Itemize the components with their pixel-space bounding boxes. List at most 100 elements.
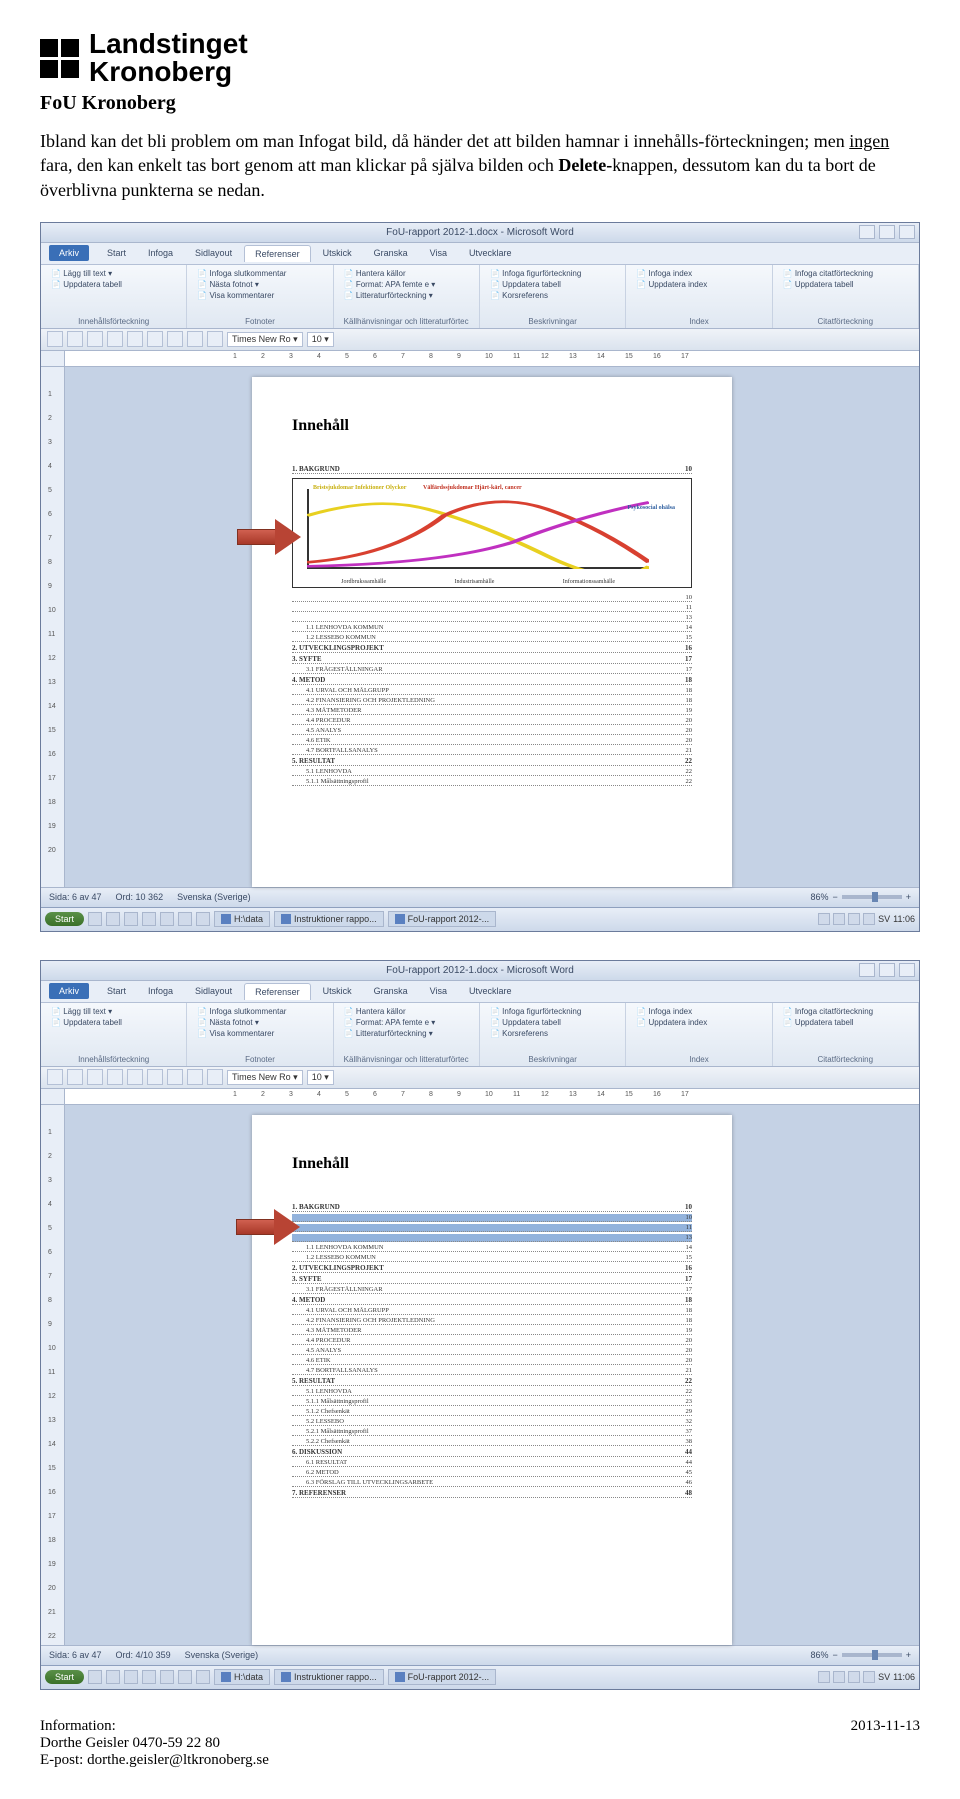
tray-icon[interactable] (818, 1671, 830, 1683)
ribbon-command[interactable]: Lägg till text ▾ (51, 269, 176, 278)
start-button[interactable]: Start (45, 1670, 84, 1684)
toc-entry[interactable]: 1.2 LESSEBO KOMMUN15 (292, 634, 692, 642)
qat-icon[interactable] (167, 1069, 183, 1085)
ribbon-tab-utskick[interactable]: Utskick (313, 983, 362, 999)
toc-entry[interactable]: 4.4 PROCEDUR20 (292, 1337, 692, 1345)
ribbon-command[interactable]: Uppdatera tabell (51, 280, 176, 289)
ribbon-tab-infoga[interactable]: Infoga (138, 983, 183, 999)
ribbon-command[interactable]: Nästa fotnot ▾ (197, 280, 322, 289)
qat-save-icon[interactable] (47, 1069, 63, 1085)
tray-icon[interactable] (863, 913, 875, 925)
font-name-select[interactable]: Times New Ro ▾ (227, 332, 303, 347)
toc-entry[interactable]: 5.2.1 Målsättningsprofil37 (292, 1428, 692, 1436)
ribbon-command[interactable]: Infoga citatförteckning (783, 1007, 908, 1016)
ribbon-tab-utvecklare[interactable]: Utvecklare (459, 245, 522, 261)
toc-entry[interactable]: 6. DISKUSSION44 (292, 1448, 692, 1457)
ribbon-tab-start[interactable]: Start (97, 245, 136, 261)
ribbon-tab-sidlayout[interactable]: Sidlayout (185, 983, 242, 999)
font-size-select[interactable]: 10 ▾ (307, 332, 334, 347)
embedded-chart[interactable]: Bristsjukdomar Infektioner Olyckor Välfä… (292, 478, 692, 588)
document-page[interactable]: Innehåll 1. BAKGRUND101011131.1 LENHOVDA… (252, 1115, 732, 1645)
start-button[interactable]: Start (45, 912, 84, 926)
toc-entry[interactable]: 5. RESULTAT22 (292, 757, 692, 766)
toc-entry[interactable]: 5.2.2 Chefsenkät38 (292, 1438, 692, 1446)
ribbon-command[interactable]: Visa kommentarer (197, 1029, 322, 1038)
toc-entry[interactable]: 5.1 LENHOVDA22 (292, 1388, 692, 1396)
toc-entry[interactable]: 11 (292, 604, 692, 612)
toc-entry[interactable]: 4.4 PROCEDUR20 (292, 717, 692, 725)
toc-entry[interactable]: 5.1 LENHOVDA22 (292, 768, 692, 776)
ribbon-tab-utskick[interactable]: Utskick (313, 245, 362, 261)
taskbar-item[interactable]: FoU-rapport 2012-... (388, 911, 497, 927)
tray-icon[interactable] (848, 1671, 860, 1683)
toc-entry[interactable]: 10 (292, 594, 692, 602)
ribbon-tab-granska[interactable]: Granska (364, 983, 418, 999)
toc-entry[interactable]: 4.5 ANALYS20 (292, 727, 692, 735)
quicklaunch-icon[interactable] (106, 1670, 120, 1684)
toc-entry[interactable]: 5. RESULTAT22 (292, 1377, 692, 1386)
ribbon-command[interactable]: Hantera källor (344, 1007, 469, 1016)
quicklaunch-icon[interactable] (196, 912, 210, 926)
toc-entry[interactable]: 6.1 RESULTAT44 (292, 1459, 692, 1467)
ribbon-command[interactable]: Format: APA femte e ▾ (344, 1018, 469, 1027)
taskbar-item[interactable]: H:\data (214, 911, 270, 927)
toc-entry[interactable]: 1.1 LENHOVDA KOMMUN14 (292, 1244, 692, 1252)
toc-entry[interactable]: 6.3 FÖRSLAG TILL UTVECKLINGSARBETE46 (292, 1479, 692, 1487)
ribbon-command[interactable]: Hantera källor (344, 269, 469, 278)
ribbon-command[interactable]: Korsreferens (490, 1029, 615, 1038)
ribbon-command[interactable]: Infoga slutkommentar (197, 269, 322, 278)
toc-entry[interactable]: 4.2 FINANSIERING OCH PROJEKTLEDNING18 (292, 697, 692, 705)
close-icon[interactable] (899, 225, 915, 239)
ribbon-command[interactable]: Visa kommentarer (197, 291, 322, 300)
ribbon-command[interactable]: Infoga index (636, 1007, 761, 1016)
toc-entry[interactable]: 1.2 LESSEBO KOMMUN15 (292, 1254, 692, 1262)
ribbon-command[interactable]: Infoga figurförteckning (490, 269, 615, 278)
tray-icon[interactable] (833, 913, 845, 925)
qat-print-icon[interactable] (107, 1069, 123, 1085)
ribbon-tab-utvecklare[interactable]: Utvecklare (459, 983, 522, 999)
toc-entry[interactable]: 4.6 ETIK20 (292, 1357, 692, 1365)
toc-entry[interactable]: 4. METOD18 (292, 676, 692, 685)
qat-undo-icon[interactable] (67, 331, 83, 347)
taskbar-item[interactable]: Instruktioner rappo... (274, 1669, 384, 1685)
zoom-control[interactable]: 86% −+ (810, 1650, 911, 1660)
qat-print-icon[interactable] (107, 331, 123, 347)
toc-entry[interactable]: 4.2 FINANSIERING OCH PROJEKTLEDNING18 (292, 1317, 692, 1325)
ribbon-command[interactable]: Korsreferens (490, 291, 615, 300)
toc-entry[interactable]: 3.1 FRÅGESTÄLLNINGAR17 (292, 666, 692, 674)
tray-icon[interactable] (848, 913, 860, 925)
tray-icon[interactable] (818, 913, 830, 925)
toc-entry[interactable]: 4.7 BORTFALLSANALYS21 (292, 1367, 692, 1375)
maximize-icon[interactable] (879, 225, 895, 239)
ribbon-command[interactable]: Format: APA femte e ▾ (344, 280, 469, 289)
zoom-control[interactable]: 86% −+ (810, 892, 911, 902)
minimize-icon[interactable] (859, 963, 875, 977)
ribbon-command[interactable]: Infoga index (636, 269, 761, 278)
quicklaunch-icon[interactable] (124, 1670, 138, 1684)
quicklaunch-icon[interactable] (106, 912, 120, 926)
toc-entry[interactable]: 4.3 MÅTMETODER19 (292, 707, 692, 715)
quicklaunch-icon[interactable] (178, 1670, 192, 1684)
font-name-select[interactable]: Times New Ro ▾ (227, 1070, 303, 1085)
toc-entry[interactable]: 11 (292, 1224, 692, 1232)
toc-entry[interactable]: 3. SYFTE17 (292, 655, 692, 664)
ribbon-command[interactable]: Infoga slutkommentar (197, 1007, 322, 1016)
tray-icon[interactable] (833, 1671, 845, 1683)
toc-entry[interactable]: 2. UTVECKLINGSPROJEKT16 (292, 644, 692, 653)
ribbon-tab-infoga[interactable]: Infoga (138, 245, 183, 261)
ribbon-command[interactable]: Infoga figurförteckning (490, 1007, 615, 1016)
minimize-icon[interactable] (859, 225, 875, 239)
qat-redo-icon[interactable] (87, 1069, 103, 1085)
toc-entry[interactable]: 5.1.2 Chefsenkät29 (292, 1408, 692, 1416)
ribbon-command[interactable]: Lägg till text ▾ (51, 1007, 176, 1016)
toc-entry[interactable]: 4.5 ANALYS20 (292, 1347, 692, 1355)
toc-entry[interactable]: 3. SYFTE17 (292, 1275, 692, 1284)
toc-entry[interactable]: 5.1.1 Målsättningsprofil22 (292, 778, 692, 786)
quicklaunch-icon[interactable] (142, 1670, 156, 1684)
toc-entry[interactable]: 1.1 LENHOVDA KOMMUN14 (292, 624, 692, 632)
qat-undo-icon[interactable] (67, 1069, 83, 1085)
ribbon-tab-sidlayout[interactable]: Sidlayout (185, 245, 242, 261)
maximize-icon[interactable] (879, 963, 895, 977)
ribbon-command[interactable]: Litteraturförteckning ▾ (344, 291, 469, 300)
ribbon-command[interactable]: Uppdatera tabell (51, 1018, 176, 1027)
